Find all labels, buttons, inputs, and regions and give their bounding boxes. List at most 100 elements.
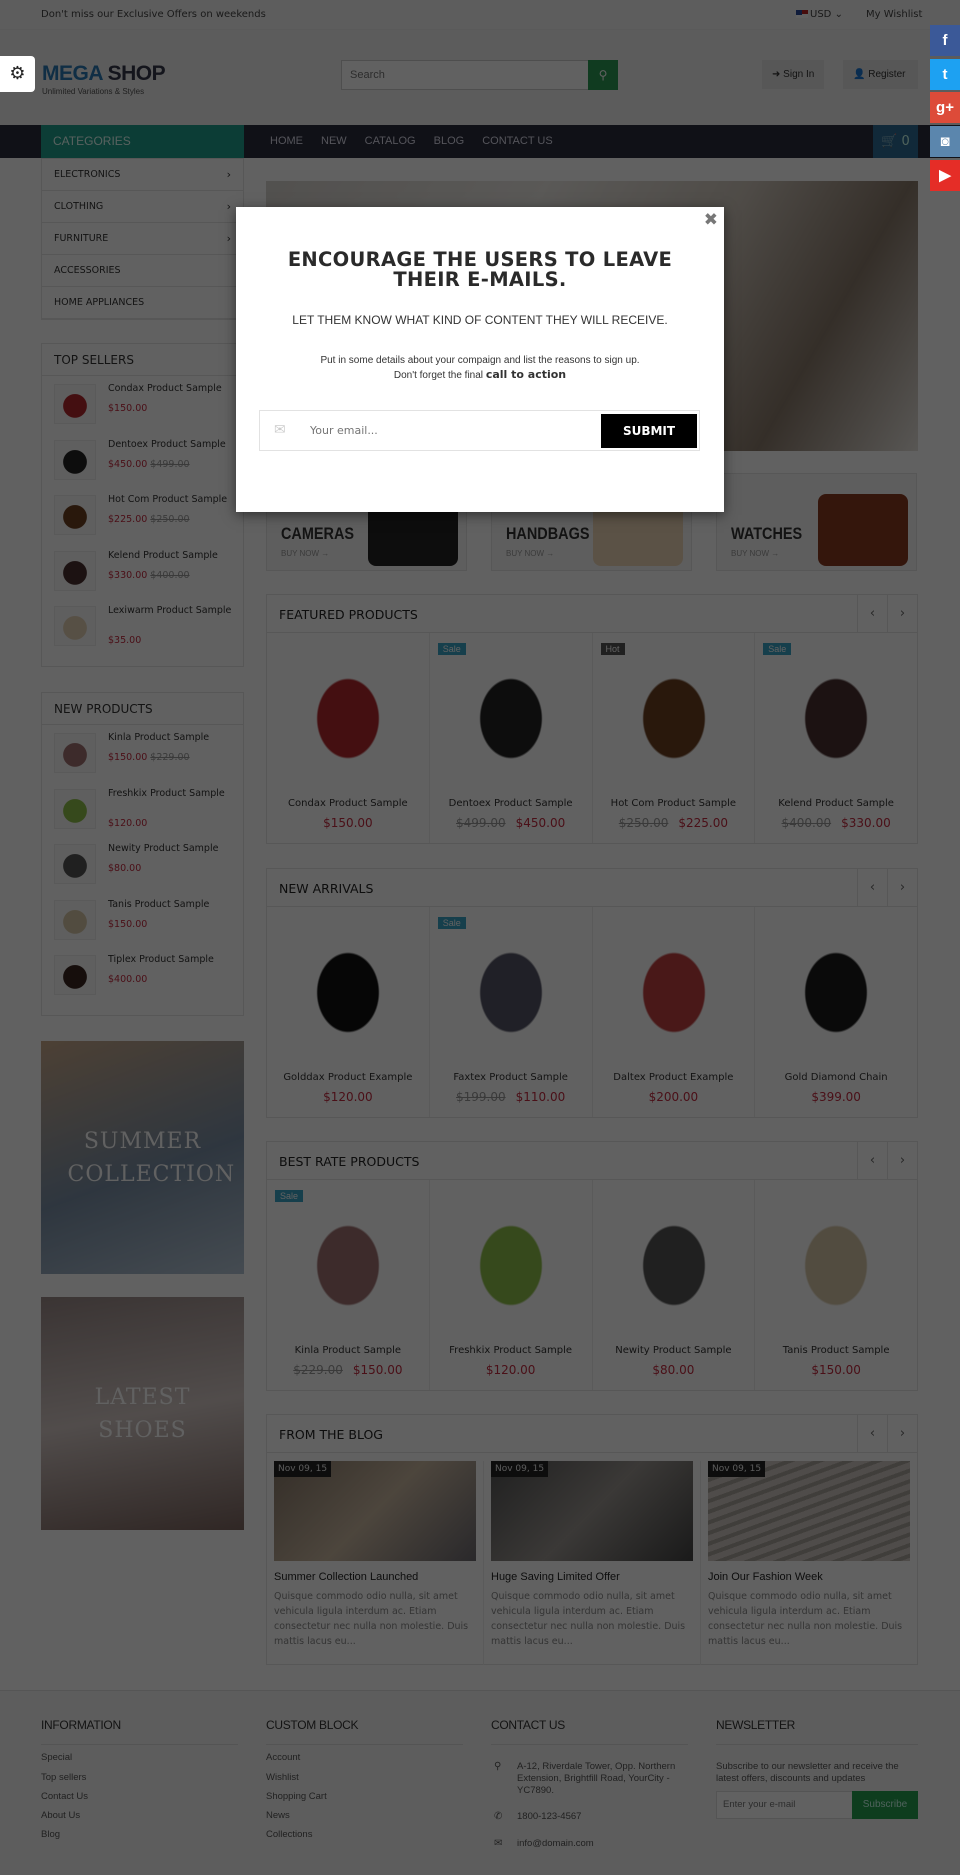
close-icon[interactable]: ✖ — [704, 210, 718, 230]
sign-in-button[interactable]: ➜ Sign In — [762, 60, 825, 89]
google-plus-icon[interactable]: g+ — [930, 92, 960, 123]
category-banner[interactable]: WATCHES BUY NOW → — [716, 473, 917, 571]
product-thumbnail[interactable] — [54, 384, 96, 424]
category-item[interactable]: FURNITURE › — [42, 223, 243, 255]
product-card[interactable]: Newity Product Sample $80.00 — [593, 1180, 756, 1390]
product-card[interactable]: Freshkix Product Sample $120.00 — [430, 1180, 593, 1390]
footer-link[interactable]: About Us — [41, 1810, 238, 1822]
sidebar-product[interactable]: Condax Product Sample $150.00 — [42, 376, 243, 432]
next-arrow-icon[interactable]: › — [887, 1415, 917, 1452]
product-name[interactable]: Newity Product Sample — [108, 843, 238, 854]
product-name[interactable]: Hot Com Product Sample — [593, 798, 755, 809]
product-card[interactable]: Tanis Product Sample $150.00 — [755, 1180, 917, 1390]
blog-post-title[interactable]: Join Our Fashion Week — [708, 1571, 910, 1583]
youtube-icon[interactable]: ▶ — [930, 160, 960, 191]
blog-post-title[interactable]: Huge Saving Limited Offer — [491, 1571, 693, 1583]
product-name[interactable]: Freshkix Product Sample — [430, 1345, 592, 1356]
categories-header[interactable]: CATEGORIES — [41, 125, 244, 158]
cart-button[interactable]: 🛒 0 — [873, 125, 918, 158]
newsletter-email-input[interactable] — [723, 1794, 853, 1814]
buy-now-link[interactable]: BUY NOW → — [506, 549, 554, 558]
product-card[interactable]: Hot Hot Com Product Sample $250.00 $225.00 — [593, 633, 756, 843]
footer-link[interactable]: News — [266, 1810, 463, 1822]
currency-selector[interactable]: USD ⌄ — [796, 9, 843, 20]
product-image[interactable] — [780, 1194, 893, 1324]
footer-link[interactable]: Contact Us — [41, 1791, 238, 1803]
blog-image[interactable]: Nov 09, 15 — [491, 1461, 693, 1561]
sidebar-product[interactable]: Hot Com Product Sample $225.00 $250.00 — [42, 487, 243, 543]
prev-arrow-icon[interactable]: ‹ — [857, 869, 887, 906]
product-name[interactable]: Tiplex Product Sample — [108, 954, 238, 965]
product-image[interactable] — [617, 647, 730, 777]
product-name[interactable]: Condax Product Sample — [108, 383, 238, 394]
product-name[interactable]: Lexiwarm Product Sample — [108, 605, 238, 616]
footer-link[interactable]: Wishlist — [266, 1772, 463, 1784]
product-image[interactable] — [780, 647, 893, 777]
category-item[interactable]: ACCESSORIES — [42, 255, 243, 287]
product-thumbnail[interactable] — [54, 844, 96, 884]
footer-link[interactable]: Collections — [266, 1829, 463, 1841]
product-thumbnail[interactable] — [54, 899, 96, 940]
blog-image[interactable]: Nov 09, 15 — [708, 1461, 910, 1561]
footer-link[interactable]: Blog — [41, 1829, 238, 1841]
product-name[interactable]: Faxtex Product Sample — [430, 1072, 592, 1083]
product-thumbnail[interactable] — [54, 955, 96, 995]
product-image[interactable] — [617, 921, 730, 1051]
product-name[interactable]: Freshkix Product Sample — [108, 788, 238, 799]
search-input[interactable] — [342, 61, 582, 89]
product-image[interactable] — [454, 921, 567, 1051]
product-name[interactable]: Tanis Product Sample — [108, 899, 238, 910]
sidebar-product[interactable]: Tanis Product Sample $150.00 — [42, 892, 243, 948]
wishlist-link[interactable]: My Wishlist — [866, 9, 922, 20]
sidebar-product[interactable]: Tiplex Product Sample $400.00 — [42, 947, 243, 1003]
product-card[interactable]: Golddax Product Example $120.00 — [267, 907, 430, 1117]
next-arrow-icon[interactable]: › — [887, 595, 917, 632]
product-image[interactable] — [617, 1194, 730, 1324]
settings-toggle[interactable]: ⚙ — [0, 56, 35, 92]
twitter-icon[interactable]: t — [930, 59, 960, 90]
product-thumbnail[interactable] — [54, 788, 96, 829]
blog-image[interactable]: Nov 09, 15 — [274, 1461, 476, 1561]
product-name[interactable]: Condax Product Sample — [267, 798, 429, 809]
product-name[interactable]: Kelend Product Sample — [755, 798, 917, 809]
product-card[interactable]: Sale Kinla Product Sample $229.00 $150.00 — [267, 1180, 430, 1390]
contact-email[interactable]: ✉ info@domain.com — [491, 1838, 688, 1850]
product-card[interactable]: Gold Diamond Chain $399.00 — [755, 907, 917, 1117]
category-item[interactable]: CLOTHING › — [42, 191, 243, 223]
next-arrow-icon[interactable]: › — [887, 1142, 917, 1179]
footer-link[interactable]: Special — [41, 1752, 238, 1764]
search-button[interactable]: ⚲ — [588, 60, 618, 90]
summer-collection-banner[interactable]: SUMMER COLLECTION — [41, 1041, 244, 1274]
sidebar-product[interactable]: Dentoex Product Sample $450.00 $499.00 — [42, 432, 243, 488]
instagram-icon[interactable]: ◙ — [930, 126, 960, 157]
product-name[interactable]: Hot Com Product Sample — [108, 494, 238, 505]
product-name[interactable]: Newity Product Sample — [593, 1345, 755, 1356]
subscribe-button[interactable]: Subscribe — [852, 1791, 918, 1819]
product-name[interactable]: Daltex Product Example — [593, 1072, 755, 1083]
product-card[interactable]: Sale Dentoex Product Sample $499.00 $450.00 — [430, 633, 593, 843]
sidebar-product[interactable]: Kinla Product Sample $150.00 $229.00 — [42, 725, 243, 781]
submit-button[interactable]: SUBMIT — [601, 414, 697, 448]
logo[interactable]: MEGA SHOP Unlimited Variations & Styles — [42, 62, 166, 96]
product-thumbnail[interactable] — [54, 606, 96, 646]
menu-catalog[interactable]: CATALOG — [365, 125, 416, 158]
menu-new[interactable]: NEW — [321, 125, 347, 158]
menu-blog[interactable]: BLOG — [434, 125, 465, 158]
footer-link[interactable]: Account — [266, 1752, 463, 1764]
sidebar-product[interactable]: Kelend Product Sample $330.00 $400.00 — [42, 543, 243, 599]
product-name[interactable]: Kinla Product Sample — [108, 732, 238, 743]
next-arrow-icon[interactable]: › — [887, 869, 917, 906]
product-image[interactable] — [454, 1194, 567, 1324]
product-image[interactable] — [454, 647, 567, 777]
product-thumbnail[interactable] — [54, 439, 96, 480]
product-image[interactable] — [292, 921, 404, 1051]
category-item[interactable]: HOME APPLIANCES — [42, 287, 243, 319]
popup-email-input[interactable] — [310, 416, 590, 444]
prev-arrow-icon[interactable]: ‹ — [857, 1142, 887, 1179]
sidebar-product[interactable]: Freshkix Product Sample $120.00 — [42, 781, 243, 837]
footer-link[interactable]: Top sellers — [41, 1772, 238, 1784]
register-button[interactable]: 👤 Register — [843, 60, 918, 89]
product-image[interactable] — [780, 921, 893, 1051]
product-thumbnail[interactable] — [54, 550, 96, 591]
product-card[interactable]: Sale Faxtex Product Sample $199.00 $110.00 — [430, 907, 593, 1117]
